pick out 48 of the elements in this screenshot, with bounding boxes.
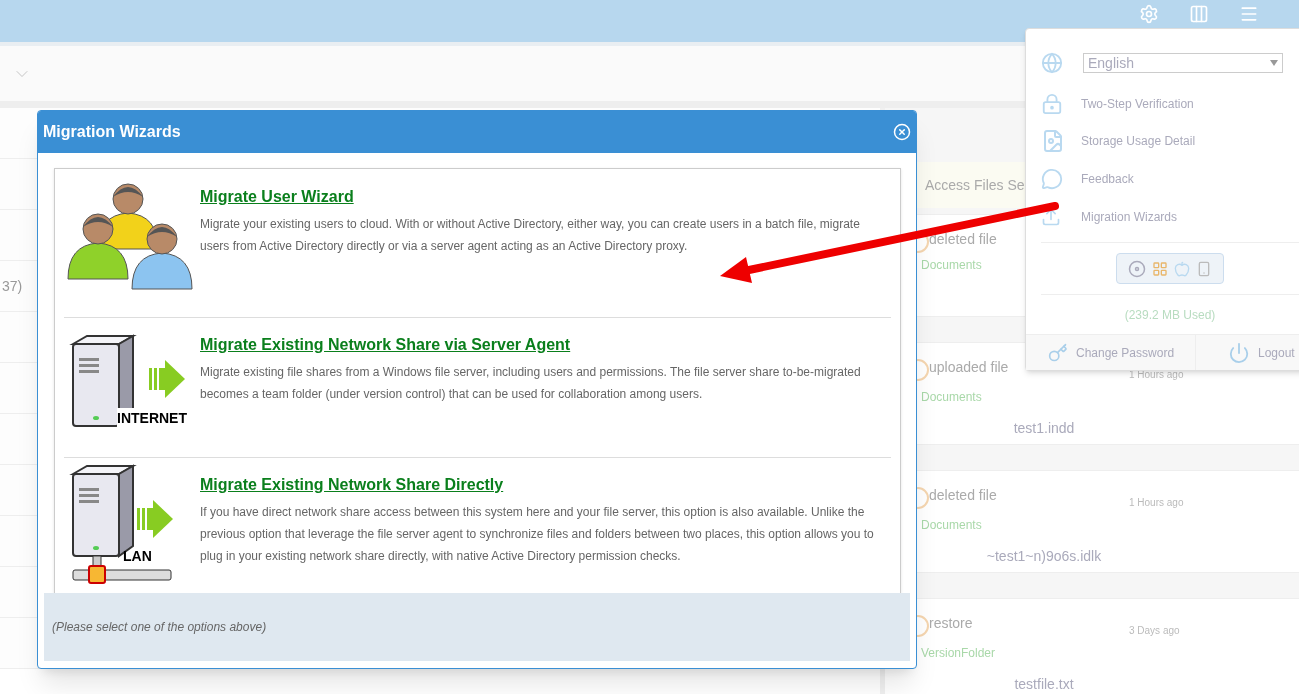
- logout-button[interactable]: Logout: [1196, 335, 1299, 370]
- option-title-link[interactable]: Migrate Existing Network Share via Server Agent: [200, 336, 571, 353]
- status-text: (Please select one of the options above): [52, 619, 267, 636]
- change-password-button[interactable]: Change Password: [1026, 335, 1196, 370]
- activity-file: testfile.txt: [1013, 675, 1075, 694]
- phone-icon[interactable]: [1196, 260, 1212, 277]
- activity-folder: Documents: [921, 517, 982, 534]
- option-description: Migrate your existing users to cloud. With or without Active Directory, either way, you can create users in a batch file, migrate users from Active Directory directly or via a server agent acting as an Active Directory proxy.: [200, 216, 861, 255]
- activity-folder: VersionFolder: [921, 645, 996, 662]
- lock-icon: [1041, 92, 1063, 115]
- option-title-link[interactable]: Migrate User Wizard: [200, 188, 354, 205]
- option-title-link[interactable]: Migrate Existing Network Share Directly: [200, 476, 504, 493]
- menu-item[interactable]: Storage Usage Detail: [1026, 122, 1299, 160]
- option-description: If you have direct network share access between this system here and your file server, this option is also available. Unlike the previous option that leverage the file server agent to synchronize files and folders between two places, this option allows you to plug in your existing network share directly, with native Active Directory permission checks.: [200, 504, 875, 565]
- activity-time: 3 Days ago: [1129, 624, 1180, 638]
- menu-item[interactable]: Feedback: [1026, 160, 1299, 198]
- menu-item[interactable]: Two-Step Verification: [1026, 85, 1299, 122]
- activity-file: test1.indd: [1012, 419, 1076, 438]
- speech-bubble-icon: [1041, 168, 1063, 190]
- activity-file: ~test1~n)9o6s.idlk: [985, 547, 1103, 566]
- activity-action: uploaded file: [929, 358, 1010, 377]
- globe-icon: [1041, 52, 1063, 74]
- row-text: 37): [2, 276, 23, 296]
- menu-item[interactable]: Migration Wizards: [1026, 198, 1299, 236]
- disc-icon[interactable]: [1128, 259, 1146, 278]
- settings-icon[interactable]: [1139, 4, 1159, 24]
- dropdown-caret-icon: [1270, 60, 1278, 66]
- network-label: LAN: [123, 547, 152, 566]
- menu-icon[interactable]: [1239, 4, 1259, 24]
- close-icon[interactable]: [893, 123, 911, 141]
- document-icon: [1041, 129, 1065, 153]
- network-label: INTERNET: [117, 408, 187, 429]
- activity-folder: Documents: [921, 389, 982, 406]
- activity-action: restore: [929, 614, 974, 633]
- option-description: Migrate existing file shares from a Windows file server, including users and permissions. The file server share to-be-migrated becomes a team folder (under version control) that can be used for collaboration among users.: [200, 364, 862, 403]
- activity-action: deleted file: [929, 486, 998, 505]
- activity-folder: Documents: [921, 257, 982, 274]
- dialog-title: Migration Wizards: [43, 122, 181, 142]
- feed-header-text: Access Files Se: [925, 175, 1025, 195]
- key-icon: [1048, 342, 1068, 363]
- activity-action: deleted file: [929, 230, 998, 249]
- language-select[interactable]: English: [1083, 53, 1283, 73]
- apple-icon[interactable]: [1174, 260, 1190, 277]
- activity-time: 1 Hours ago: [1129, 496, 1184, 510]
- windows-logo-icon[interactable]: [1152, 260, 1168, 277]
- columns-icon[interactable]: [1189, 4, 1209, 24]
- storage-used: (239.2 MB Used): [1124, 306, 1216, 324]
- power-icon: [1228, 341, 1250, 364]
